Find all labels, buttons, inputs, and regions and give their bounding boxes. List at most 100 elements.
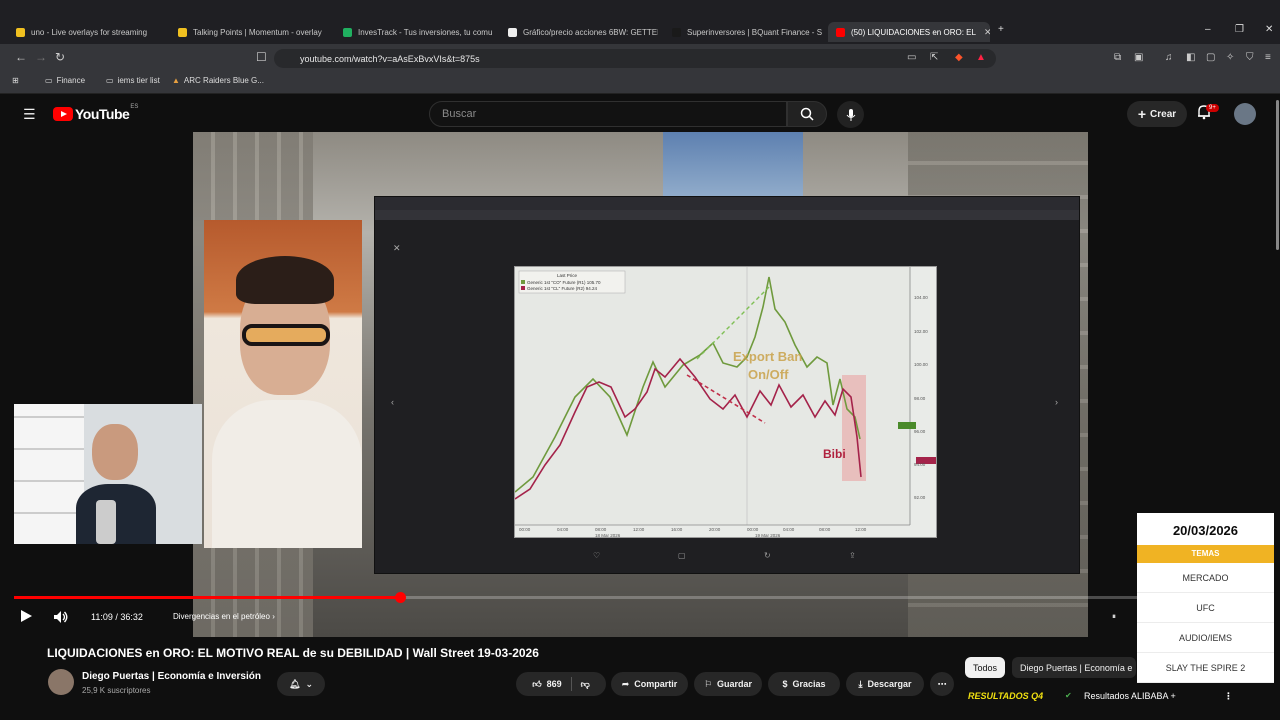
chevron-right-icon: › [272, 612, 275, 621]
save-button[interactable]: ⚐ Guardar [694, 672, 762, 696]
brave-shield-icon[interactable]: ◆ [955, 52, 963, 63]
close-tab-icon[interactable]: ✕ [984, 27, 990, 38]
share-arrow-icon: ➦ [621, 678, 630, 689]
x-tick: 12:00 [855, 527, 867, 532]
x-tick: 00:00 [519, 527, 531, 532]
progress-bar[interactable] [14, 592, 1266, 603]
more-actions-button[interactable]: ⋯ [930, 672, 954, 696]
results-thumbnail-text[interactable]: RESULTADOS Q4 [968, 691, 1043, 701]
wallet-2-icon[interactable]: ▢ [1206, 52, 1215, 63]
youtube-logo[interactable]: YouTube ES [53, 104, 138, 122]
annotation-export-ban: Export Ban [733, 349, 802, 364]
x-tick: 04:00 [783, 527, 795, 532]
vpn-icon[interactable]: ⛉ [1246, 52, 1254, 63]
voice-search-button[interactable] [837, 101, 864, 128]
like-dislike-button[interactable]: 👍︎ 869 👎︎ [516, 672, 606, 696]
host-head [92, 424, 138, 480]
page-scrollbar[interactable] [1276, 100, 1279, 250]
legend-swatch-co [521, 280, 525, 284]
bookmark-iems[interactable]: ▭ iems tier list [106, 76, 160, 85]
legend-title: Last Price [557, 273, 578, 278]
screen-icon[interactable]: ▭ [907, 52, 916, 63]
y-tick: 94.00 [914, 462, 926, 467]
search-button[interactable] [787, 101, 827, 127]
new-tab-icon[interactable]: + [998, 24, 1004, 35]
forward-icon[interactable]: → [35, 50, 47, 64]
back-icon[interactable]: ← [15, 50, 27, 64]
bookmark-arc-raiders[interactable]: ▲ ARC Raiders Blue G... [172, 76, 264, 85]
webcam-guest [204, 220, 362, 548]
tab-5[interactable]: Superinversores | BQuant Finance - S [672, 22, 822, 42]
host-shelf [14, 404, 84, 544]
game-icon: ▲ [172, 76, 180, 85]
minimize-icon[interactable]: – [1205, 24, 1211, 35]
co-price-marker [898, 422, 916, 429]
wallet-icon[interactable]: ▣ [1134, 52, 1143, 63]
apps-icon[interactable]: ⊞ [12, 76, 19, 85]
tab-favicon [16, 27, 25, 37]
hamburger-menu-icon[interactable]: ☰ [23, 106, 36, 123]
y-tick: 102.00 [914, 329, 928, 334]
sidebar-icon[interactable]: ◧ [1186, 52, 1195, 63]
autoplay-toggle[interactable]: ⏸ [1112, 612, 1116, 622]
x-tick: 08:00 [819, 527, 831, 532]
subscribe-bell-button[interactable]: 🔔︎ ⌄ [277, 672, 325, 696]
chip-channel[interactable]: Diego Puertas | Economía e [1012, 657, 1136, 678]
url-text: youtube.com/watch?v=aAsExBvxVIs&t=875s [300, 53, 480, 64]
bookmark-finance[interactable]: ▭ Finance [45, 76, 85, 85]
tab-2[interactable]: Talking Points | Momentum - overlay [178, 22, 328, 42]
volume-icon [54, 611, 68, 623]
share-button[interactable]: ➦ Compartir [611, 672, 688, 696]
maximize-icon[interactable]: ❐ [1235, 24, 1244, 35]
recommended-video-title[interactable]: Resultados ALIBABA + [1084, 691, 1176, 701]
account-avatar[interactable] [1234, 103, 1256, 125]
folder-icon: ▭ [45, 76, 53, 85]
heart-icon: ♡ [593, 551, 601, 560]
create-button[interactable]: + Crear [1127, 101, 1187, 127]
y-tick: 100.00 [914, 362, 928, 367]
shared-tabbar [375, 197, 1079, 210]
annotation-bibi: Bibi [823, 447, 846, 461]
extensions-icon[interactable]: ⧉ [1114, 52, 1121, 63]
tab-active[interactable]: (50) LIQUIDACIONES en ORO: EL ✕ [828, 22, 990, 42]
bookmark-icon: ⚐ [703, 678, 713, 689]
music-icon[interactable]: ♫ [1165, 52, 1173, 63]
menu-icon[interactable]: ≡ [1265, 52, 1271, 63]
progress-scrubber[interactable] [394, 592, 406, 603]
topic-item: UFC [1137, 593, 1274, 623]
chapter-button[interactable]: Divergencias en el petróleo › [173, 612, 275, 621]
volume-button[interactable] [53, 610, 69, 627]
shared-urlbar [375, 210, 1079, 220]
topic-item: MERCADO [1137, 563, 1274, 593]
tab-3[interactable]: InvesTrack - Tus inversiones, tu comu [343, 22, 493, 42]
play-button[interactable] [20, 609, 33, 626]
bookmark-icon[interactable]: ☐ [256, 50, 267, 64]
youtube-favicon [836, 27, 845, 37]
chip-all[interactable]: Todos [965, 657, 1006, 678]
close-window-icon[interactable]: ✕ [1265, 24, 1273, 35]
thanks-button[interactable]: $ Gracias [768, 672, 840, 696]
url-bar[interactable]: youtube.com/watch?v=aAsExBvxVIs&t=875s [274, 49, 996, 68]
play-icon [21, 610, 32, 622]
search-input[interactable]: Buscar [429, 101, 787, 127]
share-icon: ⇪ [849, 551, 856, 560]
brave-rewards-icon[interactable]: ▲ [976, 52, 986, 63]
share-page-icon[interactable]: ⇱ [930, 52, 938, 63]
x-date-label: 18 Mar 2026 [595, 533, 621, 538]
reload-icon[interactable]: ↻ [55, 50, 65, 64]
host-microphone [96, 500, 116, 544]
folder-icon: ▭ [106, 76, 114, 85]
tab-4[interactable]: Gráfico/precio acciones 6BW: GETTER [508, 22, 658, 42]
channel-name[interactable]: Diego Puertas | Economía e Inversión [82, 671, 261, 682]
y-tick-labels: 104.00 102.00 100.00 98.00 96.00 94.00 9… [914, 295, 928, 500]
recommended-more-icon[interactable]: ⋮ [1224, 691, 1233, 702]
microphone-icon [846, 108, 855, 121]
ai-icon[interactable]: ✧ [1226, 52, 1234, 63]
thumbs-down-icon: 👎︎ [580, 678, 590, 689]
channel-avatar[interactable] [48, 669, 74, 695]
guest-shirt [212, 400, 362, 548]
oil-futures-chart: Last Price Generic 1st "CO" Future (R1) … [514, 266, 937, 538]
tab-1[interactable]: uno - Live overlays for streaming [16, 22, 166, 42]
download-button[interactable]: ⤓ Descargar [846, 672, 924, 696]
legend-co: Generic 1st "CO" Future (R1) 105.70 [527, 280, 601, 285]
